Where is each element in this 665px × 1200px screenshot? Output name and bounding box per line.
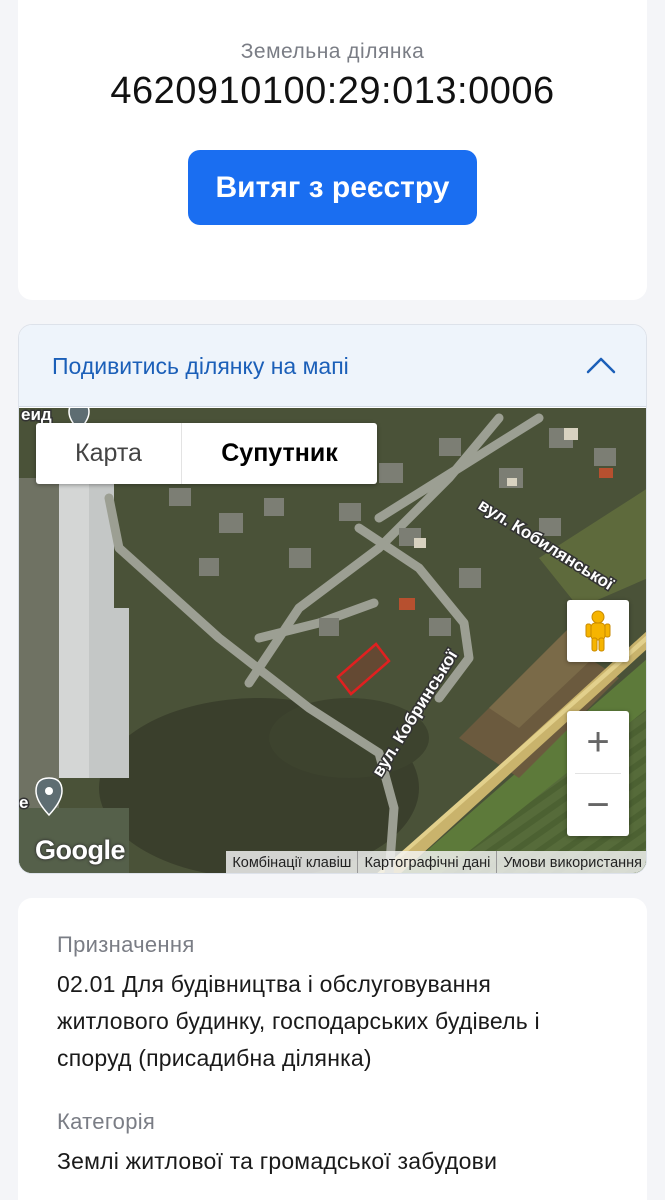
map-accordion-header[interactable]: Подивитись ділянку на мапі bbox=[19, 325, 646, 407]
purpose-value-line: споруд (присадибна ділянка) bbox=[57, 1045, 372, 1071]
parcel-card: Земельна ділянка 4620910100:29:013:0006 … bbox=[18, 0, 647, 300]
parcel-details-card: Призначення 02.01 Для будівництва і обсл… bbox=[18, 898, 647, 1200]
google-logo: Google bbox=[35, 835, 126, 865]
street-view-pegman-button[interactable] bbox=[567, 600, 629, 662]
place-label: е bbox=[19, 793, 28, 812]
zoom-out-button[interactable]: − bbox=[567, 774, 629, 836]
zoom-in-button[interactable]: + bbox=[567, 711, 629, 773]
cadastral-number: 4620910100:29:013:0006 bbox=[110, 70, 555, 112]
satellite-map[interactable]: вул. Кобилянської вул. Кобринської еид е… bbox=[19, 408, 646, 873]
parcel-subtitle: Земельна ділянка bbox=[240, 40, 425, 63]
map-attribution: Комбінації клавіш Картографічні дані Умо… bbox=[226, 851, 646, 873]
map-accordion-label: Подивитись ділянку на мапі bbox=[52, 353, 349, 379]
terms-of-use-link[interactable]: Умови використання bbox=[496, 851, 646, 873]
registry-extract-button[interactable]: Витяг з реєстру bbox=[188, 150, 477, 225]
map-card: Подивитись ділянку на мапі вул. Кобилянс… bbox=[18, 324, 647, 874]
chevron-up-icon[interactable] bbox=[586, 355, 616, 375]
map-data-link[interactable]: Картографічні дані bbox=[357, 851, 496, 873]
place-label: еид bbox=[21, 408, 52, 424]
purpose-value-line: 02.01 Для будівництва і обслуговування bbox=[57, 971, 492, 997]
map-type-control: Карта Супутник bbox=[36, 423, 377, 484]
keyboard-shortcuts-link[interactable]: Комбінації клавіш bbox=[226, 851, 357, 873]
purpose-value-line: житлового будинку, господарських будівел… bbox=[57, 1008, 540, 1034]
category-value: Землі житлової та громадської забудови bbox=[57, 1143, 617, 1180]
purpose-label: Призначення bbox=[57, 932, 195, 957]
purpose-value: 02.01 Для будівництва і обслуговування ж… bbox=[57, 966, 617, 1077]
pegman-icon bbox=[585, 610, 611, 652]
map-type-map-button[interactable]: Карта bbox=[36, 423, 182, 484]
category-value-line: Землі житлової та громадської забудови bbox=[57, 1148, 498, 1174]
zoom-control: + − bbox=[567, 711, 629, 836]
category-label: Категорія bbox=[57, 1109, 156, 1134]
map-type-satellite-button[interactable]: Супутник bbox=[182, 423, 377, 484]
